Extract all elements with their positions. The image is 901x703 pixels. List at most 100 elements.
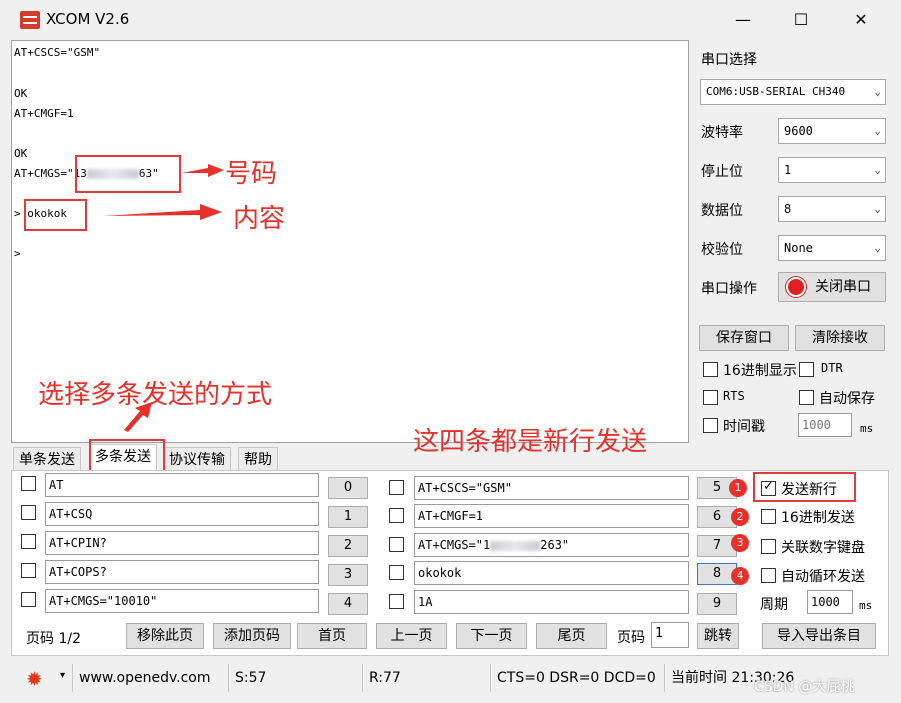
baud-select[interactable]: 9600 ⌄ [778, 118, 886, 144]
link-keypad-label: 关联数字键盘 [781, 540, 865, 556]
timestamp-checkbox[interactable] [703, 418, 718, 433]
annotation-number: 号码 [225, 159, 278, 189]
chevron-down-icon: ⌄ [874, 241, 881, 254]
port-select-label: 串口选择 [701, 52, 757, 68]
rts-label: RTS [723, 389, 745, 403]
row-8-checkbox[interactable] [389, 565, 404, 580]
parity-select[interactable]: None ⌄ [778, 235, 886, 261]
row-4-checkbox[interactable] [21, 592, 36, 607]
auto-loop-label: 自动循环发送 [781, 569, 865, 585]
chevron-down-icon: ⌄ [874, 202, 881, 215]
timestamp-interval-input[interactable]: 1000 [798, 413, 852, 437]
timestamp-label: 时间戳 [723, 419, 765, 435]
row-0-checkbox[interactable] [21, 476, 36, 491]
auto-save-label: 自动保存 [819, 391, 875, 407]
send-row-4-button[interactable]: 4 [328, 593, 368, 615]
stop-bits-select[interactable]: 1 ⌄ [778, 157, 886, 183]
send-row-3-button[interactable]: 3 [328, 564, 368, 586]
gear-icon[interactable]: ✹ [26, 667, 43, 691]
add-page-button[interactable]: 添加页码 [213, 623, 291, 649]
row-5-input[interactable]: AT+CSCS="GSM" [414, 476, 689, 500]
chevron-down-icon: ⌄ [874, 163, 881, 176]
send-row-2-button[interactable]: 2 [328, 535, 368, 557]
row-2-checkbox[interactable] [21, 534, 36, 549]
row-1-input[interactable]: AT+CSQ [45, 502, 319, 526]
period-input[interactable]: 1000 [807, 590, 853, 614]
send-newline-checkbox[interactable] [761, 479, 776, 496]
close-port-button[interactable]: 关闭串口 [778, 272, 886, 302]
timestamp-ms-label: ms [860, 422, 874, 435]
dtr-label: DTR [821, 361, 843, 375]
badge-3: 3 [731, 534, 749, 552]
dtr-checkbox[interactable] [799, 362, 814, 377]
stop-bits-label: 停止位 [701, 164, 743, 180]
import-export-button[interactable]: 导入导出条目 [762, 623, 876, 649]
received-count: R:77 [362, 664, 401, 692]
row-8-input[interactable]: okokok [414, 561, 689, 585]
period-ms-label: ms [859, 599, 873, 612]
sent-count: S:57 [228, 664, 266, 692]
row-1-checkbox[interactable] [21, 505, 36, 520]
data-bits-select[interactable]: 8 ⌄ [778, 196, 886, 222]
tab-single-send[interactable]: 单条发送 [13, 447, 81, 471]
auto-loop-checkbox[interactable] [761, 568, 776, 583]
parity-label: 校验位 [701, 242, 743, 258]
arrow-to-number [182, 164, 224, 177]
row-3-input[interactable]: AT+COPS? [45, 560, 319, 584]
page-number-input[interactable]: 1 [651, 622, 689, 648]
multi-tab-highlight-box [89, 439, 165, 473]
row-3-checkbox[interactable] [21, 563, 36, 578]
row-7-input[interactable]: AT+CMGS="1 263" [414, 533, 689, 557]
row-4-input[interactable]: AT+CMGS="10010" [45, 589, 319, 613]
arrow-to-content [103, 204, 222, 220]
chevron-down-icon: ⌄ [874, 124, 881, 137]
tab-help[interactable]: 帮助 [238, 447, 278, 471]
auto-save-checkbox[interactable] [799, 390, 814, 405]
row-7-checkbox[interactable] [389, 537, 404, 552]
period-label: 周期 [760, 597, 788, 613]
port-select[interactable]: COM6:USB-SERIAL CH340 ⌄ [700, 79, 886, 105]
tab-protocol[interactable]: 协议传输 [163, 447, 231, 471]
rts-checkbox[interactable] [703, 390, 718, 405]
send-row-0-button[interactable]: 0 [328, 477, 368, 499]
annotation-four-newline: 这四条都是新行发送 [413, 427, 648, 457]
hex-display-label: 16进制显示 [723, 363, 797, 379]
row-2-input[interactable]: AT+CPIN? [45, 531, 319, 555]
blurred-phone-number [490, 540, 541, 551]
last-page-button[interactable]: 尾页 [536, 623, 607, 649]
send-newline-label: 发送新行 [781, 482, 837, 498]
website-link[interactable]: www.openedv.com [72, 664, 211, 692]
jump-button[interactable]: 跳转 [697, 623, 739, 649]
clear-receive-button[interactable]: 清除接收 [795, 325, 885, 351]
row-6-input[interactable]: AT+CMGF=1 [414, 504, 689, 528]
badge-2: 2 [731, 508, 749, 526]
page-label: 页码 1/2 [26, 631, 81, 647]
annotation-content: 内容 [233, 204, 286, 234]
port-status-icon [788, 279, 804, 295]
row-9-checkbox[interactable] [389, 594, 404, 609]
prev-page-button[interactable]: 上一页 [376, 623, 447, 649]
caret-down-icon[interactable]: ▾ [60, 670, 65, 681]
row-6-checkbox[interactable] [389, 508, 404, 523]
row-9-input[interactable]: 1A [414, 590, 689, 614]
link-keypad-checkbox[interactable] [761, 539, 776, 554]
badge-1: 1 [729, 479, 747, 497]
row-5-checkbox[interactable] [389, 480, 404, 495]
send-row-9-button[interactable]: 9 [697, 593, 737, 615]
hex-send-label: 16进制发送 [781, 510, 855, 526]
port-operation-label: 串口操作 [701, 281, 757, 297]
baud-label: 波特率 [701, 125, 743, 141]
csdn-watermark: CSDN @大屁桃 [754, 679, 855, 695]
modem-lines-status: CTS=0 DSR=0 DCD=0 [490, 664, 656, 692]
next-page-button[interactable]: 下一页 [456, 623, 527, 649]
first-page-button[interactable]: 首页 [297, 623, 367, 649]
badge-4: 4 [731, 567, 749, 585]
save-window-button[interactable]: 保存窗口 [699, 325, 789, 351]
hex-display-checkbox[interactable] [703, 362, 718, 377]
row-0-input[interactable]: AT [45, 473, 319, 497]
send-row-1-button[interactable]: 1 [328, 506, 368, 528]
chevron-down-icon: ⌄ [874, 85, 881, 98]
remove-page-button[interactable]: 移除此页 [126, 623, 204, 649]
hex-send-checkbox[interactable] [761, 509, 776, 524]
data-bits-label: 数据位 [701, 203, 743, 219]
